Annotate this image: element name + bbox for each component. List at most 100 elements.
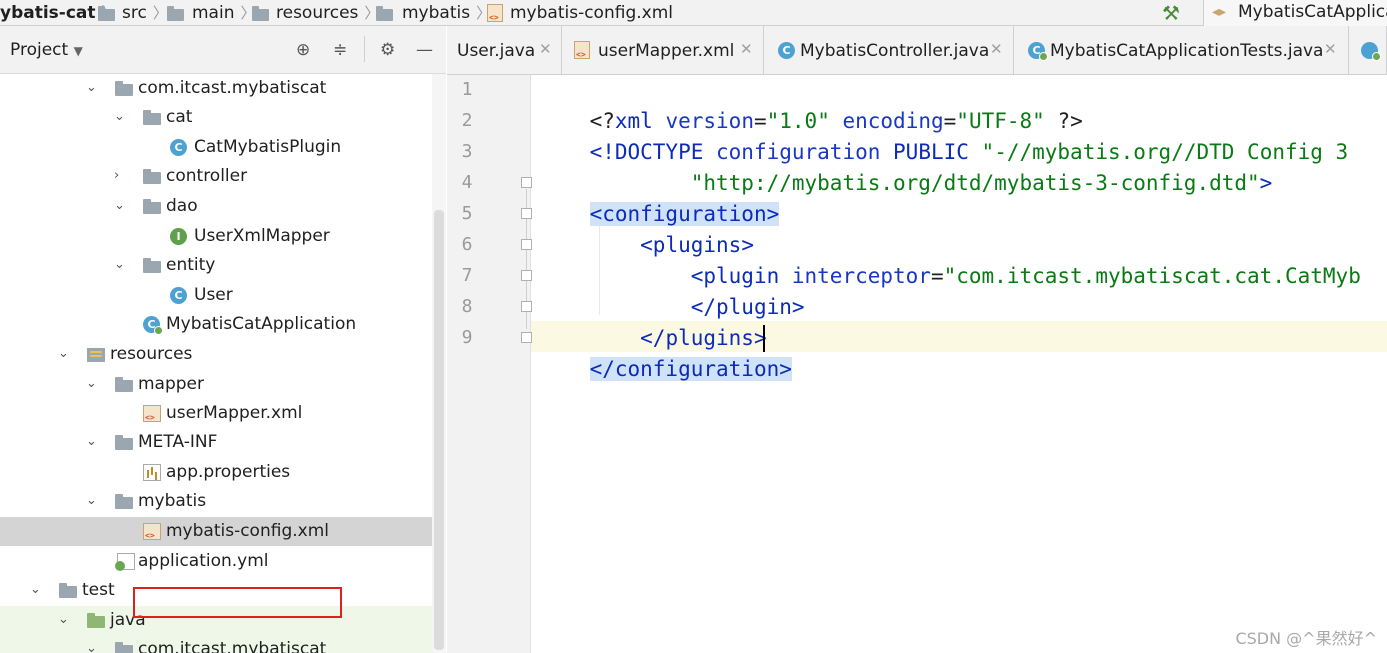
code-line-5[interactable]: <plugins> (539, 199, 754, 257)
tree-item-com-itcast-mybatiscat[interactable]: ⌄ com.itcast.mybatiscat (0, 74, 432, 103)
locate-target-icon[interactable]: ⊕ (296, 40, 310, 60)
chevron-down-icon[interactable]: ⌄ (114, 109, 125, 124)
tree-item-usermapper-xml[interactable]: userMapper.xml (0, 399, 432, 428)
tree-item-label: CatMybatisPlugin (194, 137, 342, 157)
fold-marker-icon[interactable] (521, 177, 532, 188)
tree-item-mybatis[interactable]: ⌄ mybatis (0, 487, 432, 516)
chevron-down-icon[interactable]: ⌄ (114, 198, 125, 213)
tree-item-meta-inf[interactable]: ⌄ META-INF (0, 428, 432, 457)
fold-marker-icon[interactable] (521, 239, 532, 250)
tree-item-app-properties[interactable]: app.properties (0, 458, 432, 487)
breadcrumb-mybatis[interactable]: mybatis 〉 (402, 2, 491, 24)
tree-item-dao[interactable]: ⌄ dao (0, 192, 432, 221)
folder-icon (115, 81, 133, 96)
tree-item-application-yml[interactable]: application.yml (0, 547, 432, 576)
folder-icon (167, 6, 184, 21)
folder-icon (376, 6, 393, 21)
tab-overflow[interactable] (1349, 26, 1387, 74)
chevron-down-icon[interactable]: ⌄ (86, 376, 97, 391)
resources-folder-icon (87, 348, 105, 362)
code-line-3[interactable]: "http://mybatis.org/dtd/mybatis-3-config… (539, 137, 1273, 195)
tree-item-user[interactable]: C User (0, 281, 432, 310)
line-number: 2 (461, 110, 473, 131)
tree-item-label: userMapper.xml (166, 403, 303, 423)
code-line-9[interactable]: </configuration> (539, 323, 792, 381)
code-line-1[interactable]: <?xml version="1.0" encoding="UTF-8" ?> (539, 75, 1083, 133)
tree-item-label: entity (166, 255, 216, 275)
tree-item-mybatiscatapplication[interactable]: C MybatisCatApplication (0, 310, 432, 339)
fold-marker-icon[interactable] (521, 208, 532, 219)
tree-item-mybatis-config-xml[interactable]: mybatis-config.xml (0, 517, 432, 546)
close-icon[interactable]: ✕ (990, 40, 1003, 58)
chevron-down-icon[interactable]: ⌄ (30, 582, 41, 597)
fold-marker-icon[interactable] (521, 332, 532, 343)
close-icon[interactable]: ✕ (539, 40, 552, 58)
code-line-4[interactable]: <configuration> (539, 168, 780, 226)
tab-label: MybatisController.java (800, 41, 990, 61)
tree-item-resources[interactable]: ⌄ resources (0, 340, 432, 369)
chevron-down-icon[interactable]: ⌄ (86, 641, 97, 653)
line-number: 5 (461, 203, 473, 224)
project-tree: ⌄ com.itcast.mybatiscat ⌄ cat C CatMybat… (0, 74, 432, 653)
chevron-down-icon[interactable]: ⌄ (58, 612, 69, 627)
tree-item-label: mapper (138, 374, 205, 394)
code-line-6[interactable]: <plugin interceptor="com.itcast.mybatisc… (539, 230, 1361, 288)
folder-icon (143, 110, 161, 125)
breadcrumb-resources[interactable]: resources 〉 (276, 2, 379, 24)
code-editor[interactable]: 1 2 3 4 5 6 7 8 9 <?xml version="1.0" en… (447, 75, 1387, 653)
breadcrumb-file[interactable]: mybatis-config.xml (510, 2, 673, 24)
tree-item-entity[interactable]: ⌄ entity (0, 251, 432, 280)
tab-mybatiscontroller-java[interactable]: C MybatisController.java ✕ (764, 26, 1014, 74)
build-hammer-icon[interactable]: ⚒ (1162, 1, 1180, 25)
tree-item-userxmlmapper[interactable]: I UserXmlMapper (0, 222, 432, 251)
project-panel-header: Project ▼ ⊕ ≑ ⚙ — (0, 26, 446, 74)
tree-item-cat[interactable]: ⌄ cat (0, 103, 432, 132)
chevron-right-icon[interactable]: › (114, 168, 119, 183)
tab-user-java[interactable]: User.java ✕ (447, 26, 562, 74)
code-token: "com.itcast.mybatiscat.cat.CatMyb (943, 264, 1361, 288)
project-title: Project (10, 40, 69, 60)
tree-item-label: application.yml (138, 551, 269, 571)
resources-folder-icon (252, 6, 269, 21)
chevron-down-icon[interactable]: ⌄ (86, 434, 97, 449)
class-icon: C (170, 287, 187, 304)
close-icon[interactable]: ✕ (740, 40, 753, 58)
chevron-down-icon[interactable]: ⌄ (114, 257, 125, 272)
run-configuration-selector[interactable]: ◂▸ MybatisCatApplica (1203, 0, 1387, 26)
project-view-selector[interactable]: Project ▼ (10, 40, 83, 60)
chevron-down-icon[interactable]: ⌄ (86, 80, 97, 95)
folder-icon (98, 6, 115, 21)
code-line-8[interactable]: </plugins> (539, 292, 766, 350)
chevron-down-icon[interactable]: ⌄ (58, 346, 69, 361)
tree-item-catmybatisplugin[interactable]: C CatMybatisPlugin (0, 133, 432, 162)
run-config-label: MybatisCatApplica (1238, 2, 1387, 22)
tree-item-controller[interactable]: › controller (0, 162, 432, 191)
code-token: > (791, 295, 805, 319)
editor-tabs: User.java ✕ userMapper.xml ✕ C MybatisCo… (447, 26, 1387, 75)
annotation-highlight-box (133, 587, 342, 618)
code-line-7[interactable]: </plugin> (539, 261, 805, 319)
collapse-all-icon[interactable]: ≑ (333, 40, 347, 60)
minimize-icon[interactable]: — (416, 40, 433, 60)
class-icon: C (778, 42, 795, 59)
tree-item-com-itcast-mybatiscat-test[interactable]: ⌄ com.itcast.mybatiscat (0, 635, 432, 653)
code-line-2[interactable]: <!DOCTYPE configuration PUBLIC "-//mybat… (539, 106, 1349, 164)
scrollbar-thumb[interactable] (434, 210, 444, 650)
close-icon[interactable]: ✕ (1324, 40, 1337, 58)
dropdown-arrow-icon: ▼ (73, 44, 83, 58)
tree-item-label: com.itcast.mybatiscat (138, 639, 327, 653)
gear-icon[interactable]: ⚙ (380, 40, 395, 60)
fold-marker-icon[interactable] (521, 270, 532, 281)
tree-item-mapper[interactable]: ⌄ mapper (0, 370, 432, 399)
fold-marker-icon[interactable] (521, 301, 532, 312)
line-number: 4 (461, 172, 473, 193)
chevron-down-icon[interactable]: ⌄ (86, 493, 97, 508)
tree-item-label: cat (166, 107, 193, 127)
breadcrumb-src[interactable]: src 〉 (122, 2, 168, 24)
tab-usermapper-xml[interactable]: userMapper.xml ✕ (562, 26, 764, 74)
xml-file-icon (574, 41, 590, 59)
tree-scrollbar[interactable] (432, 74, 446, 653)
breadcrumb-main[interactable]: main 〉 (192, 2, 256, 24)
class-icon (1361, 42, 1381, 61)
tab-mybatiscatapplicationtests-java[interactable]: C MybatisCatApplicationTests.java ✕ (1014, 26, 1349, 74)
